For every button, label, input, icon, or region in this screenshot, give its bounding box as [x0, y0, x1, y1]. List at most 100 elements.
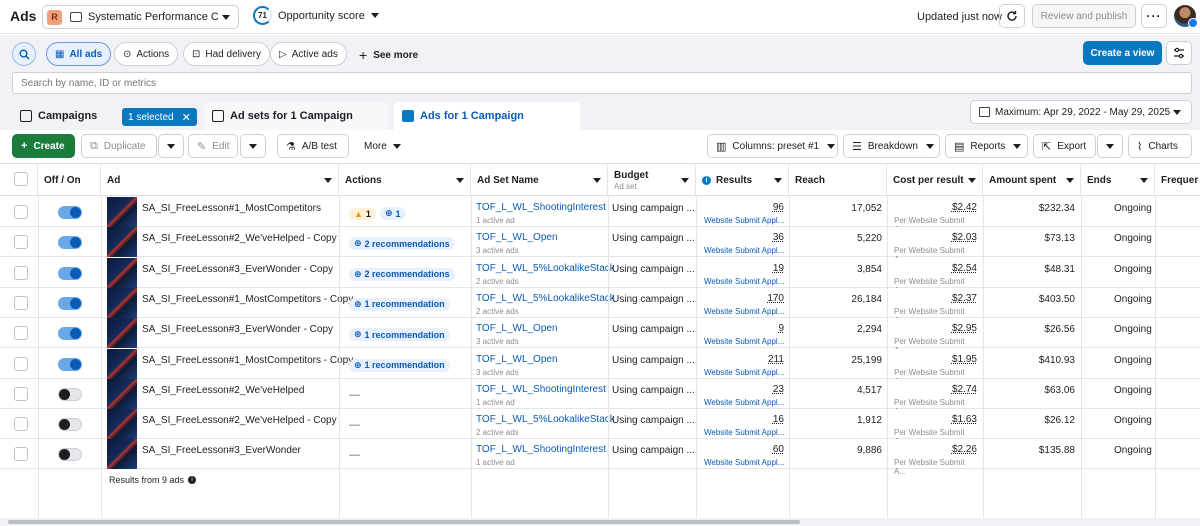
ad-thumbnail[interactable] — [107, 378, 137, 409]
row-checkbox[interactable] — [14, 265, 28, 280]
ad-toggle[interactable] — [58, 236, 82, 250]
ad-name[interactable]: SA_SI_FreeLesson#2_We'veHelped - Copy — [142, 415, 337, 426]
ad-toggle[interactable] — [58, 266, 82, 280]
cost-per-result-value[interactable]: $2.54 — [890, 263, 977, 274]
ad-set-link[interactable]: TOF_L_WL_ShootingInterest — [476, 384, 606, 395]
tab-ad-sets[interactable]: Ad sets for 1 Campaign — [204, 102, 388, 130]
ad-toggle[interactable] — [58, 387, 82, 401]
close-icon[interactable]: ✕ — [182, 111, 191, 124]
recommendation-badge[interactable]: ⊕ 1 recommendation — [349, 297, 450, 311]
ad-set-link[interactable]: TOF_L_WL_5%LookalikeStack — [476, 414, 615, 425]
ad-toggle[interactable] — [58, 327, 82, 341]
results-value[interactable]: 96 — [698, 202, 784, 213]
header-budget[interactable]: Budget Ad set — [608, 164, 696, 196]
cost-per-result-value[interactable]: $2.37 — [890, 293, 977, 304]
select-all-checkbox[interactable] — [14, 172, 28, 186]
view-settings-button[interactable] — [1166, 41, 1192, 65]
duplicate-button[interactable]: ⧉ Duplicate — [81, 134, 157, 158]
reports-button[interactable]: ▤ Reports — [945, 134, 1028, 158]
date-range-picker[interactable]: Maximum: Apr 29, 2022 - May 29, 2025 — [970, 100, 1192, 124]
row-checkbox[interactable] — [14, 235, 28, 250]
results-value[interactable]: 9 — [698, 323, 784, 334]
table-row[interactable]: SA_SI_FreeLesson#2_We'veHelped - Copy ⊕ 2 … — [0, 227, 1200, 264]
ad-thumbnail[interactable] — [107, 439, 137, 470]
account-selector[interactable]: R Systematic Performance Co... — [42, 5, 239, 29]
ad-name[interactable]: SA_SI_FreeLesson#1_MostCompetitors - Cop… — [142, 294, 353, 305]
results-type[interactable]: Website Submit Appl... — [704, 277, 786, 286]
header-frequency[interactable]: Frequer — [1155, 164, 1200, 196]
cost-per-result-value[interactable]: $1.63 — [890, 414, 977, 425]
ad-set-link[interactable]: TOF_L_WL_Open — [476, 323, 558, 334]
header-cost-per-result[interactable]: Cost per result — [887, 164, 983, 196]
ad-thumbnail[interactable] — [107, 348, 137, 379]
table-row[interactable]: SA_SI_FreeLesson#3_EverWonder — TOF_L_WL_S… — [0, 439, 1200, 476]
export-dropdown[interactable] — [1097, 134, 1123, 158]
cost-per-result-value[interactable]: $2.95 — [890, 323, 977, 334]
ad-set-link[interactable]: TOF_L_WL_Open — [476, 232, 558, 243]
cost-per-result-value[interactable]: $2.03 — [890, 232, 977, 243]
cost-per-result-value[interactable]: $2.26 — [890, 444, 977, 455]
header-results[interactable]: i Results — [696, 164, 789, 196]
selected-filter-badge[interactable]: 1 selected ✕ — [122, 108, 197, 126]
recommendation-badge[interactable]: ⊕ 2 recommendations — [349, 237, 455, 251]
results-value[interactable]: 23 — [698, 384, 784, 395]
refresh-button[interactable] — [999, 4, 1025, 28]
search-input[interactable] — [12, 72, 1192, 94]
ad-toggle[interactable] — [58, 448, 82, 462]
results-value[interactable]: 16 — [698, 414, 784, 425]
header-off-on[interactable]: Off / On — [38, 164, 101, 196]
info-icon[interactable]: i — [188, 476, 197, 484]
results-type[interactable]: Website Submit Appl... — [704, 216, 786, 225]
ad-set-link[interactable]: TOF_L_WL_ShootingInterest — [476, 202, 606, 213]
row-checkbox[interactable] — [14, 356, 28, 371]
results-type[interactable]: Website Submit Appl... — [704, 368, 786, 377]
results-type[interactable]: Website Submit Appl... — [704, 428, 786, 437]
filter-actions[interactable]: ⊙ Actions — [114, 42, 179, 66]
edit-button[interactable]: ✎ Edit — [188, 134, 238, 158]
ad-name[interactable]: SA_SI_FreeLesson#3_EverWonder — [142, 445, 301, 456]
header-amount-spent[interactable]: Amount spent — [983, 164, 1081, 196]
ad-thumbnail[interactable] — [107, 257, 137, 288]
breakdown-button[interactable]: ☰ Breakdown — [843, 134, 940, 158]
scrollbar-thumb[interactable] — [8, 520, 800, 524]
tab-ads[interactable]: Ads for 1 Campaign — [394, 102, 580, 130]
results-type[interactable]: Website Submit Appl... — [704, 398, 786, 407]
table-row[interactable]: SA_SI_FreeLesson#3_EverWonder - Copy ⊕ 1 r… — [0, 318, 1200, 355]
header-ad[interactable]: Ad — [101, 164, 339, 196]
results-value[interactable]: 170 — [698, 293, 784, 304]
ad-toggle[interactable] — [58, 418, 82, 432]
row-checkbox[interactable] — [14, 417, 28, 432]
recommendation-badge[interactable]: ⊕ 1 recommendation — [349, 358, 450, 372]
charts-button[interactable]: ⌇ Charts — [1128, 134, 1192, 158]
filter-all-ads[interactable]: ▦ All ads — [46, 42, 112, 66]
duplicate-dropdown[interactable] — [158, 134, 184, 158]
row-checkbox[interactable] — [14, 326, 28, 341]
ad-set-link[interactable]: TOF_L_WL_Open — [476, 354, 558, 365]
ab-test-button[interactable]: ⚗ A/B test — [277, 134, 349, 158]
ad-toggle[interactable] — [58, 357, 82, 371]
filter-had-delivery[interactable]: ⊡ Had delivery — [183, 42, 270, 66]
row-checkbox[interactable] — [14, 205, 28, 219]
more-options-button[interactable]: ··· — [1141, 4, 1167, 28]
cost-per-result-value[interactable]: $2.42 — [890, 202, 977, 213]
ad-thumbnail[interactable] — [107, 227, 137, 258]
ad-name[interactable]: SA_SI_FreeLesson#1_MostCompetitors - Cop… — [142, 355, 353, 366]
ad-set-link[interactable]: TOF_L_WL_5%LookalikeStack — [476, 263, 615, 274]
results-type[interactable]: Website Submit Appl... — [704, 307, 786, 316]
results-type[interactable]: Website Submit Appl... — [704, 337, 786, 346]
recommendation-badge[interactable]: ⊕ 1 — [379, 207, 406, 220]
see-more-button[interactable]: + See more — [359, 47, 418, 63]
results-value[interactable]: 36 — [698, 232, 784, 243]
horizontal-scrollbar[interactable] — [0, 518, 1200, 526]
ad-toggle[interactable] — [58, 296, 82, 310]
ad-name[interactable]: SA_SI_FreeLesson#3_EverWonder - Copy — [142, 264, 333, 275]
review-and-publish-button[interactable]: Review and publish — [1032, 4, 1136, 28]
create-button[interactable]: + Create — [12, 134, 75, 158]
filter-active-ads[interactable]: ▷ Active ads — [270, 42, 347, 66]
row-checkbox[interactable] — [14, 447, 28, 462]
table-row[interactable]: SA_SI_FreeLesson#1_MostCompetitors ▲ 1 ⊕ 1 TO… — [0, 197, 1200, 234]
ad-set-link[interactable]: TOF_L_WL_5%LookalikeStack — [476, 293, 615, 304]
table-row[interactable]: SA_SI_FreeLesson#3_EverWonder - Copy ⊕ 2 r… — [0, 257, 1200, 295]
results-type[interactable]: Website Submit Appl... — [704, 246, 786, 255]
table-row[interactable]: SA_SI_FreeLesson#2_We'veHelped - Copy — TO… — [0, 409, 1200, 446]
